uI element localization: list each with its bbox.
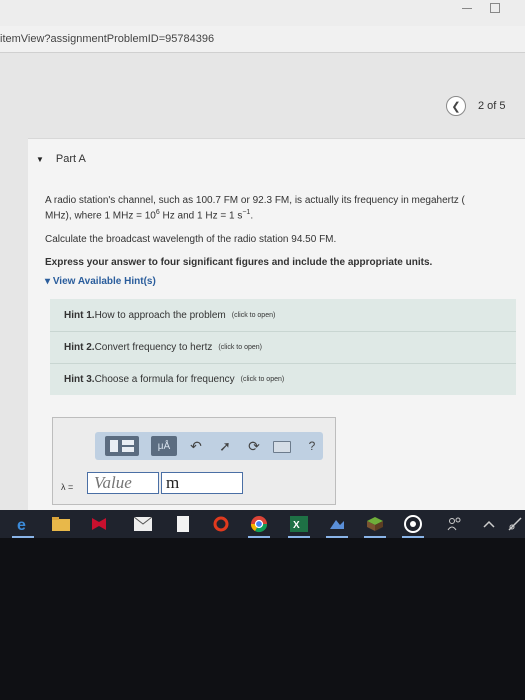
question-text: A radio station's channel, such as 100.7… [45,195,515,222]
mcafee-icon[interactable] [90,515,108,533]
people-icon[interactable] [446,515,464,533]
undo-icon[interactable]: ↶ [187,437,205,455]
chevron-up-icon[interactable] [480,515,498,533]
math-toolbar: μÅ ↶ ➚ ⟳ ? [95,432,323,460]
maximize-icon[interactable] [490,3,500,13]
taskbar: e X [0,510,525,538]
lambda-label: λ = [61,482,74,492]
monitor-bezel [0,538,525,700]
reset-icon[interactable]: ⟳ [245,437,263,455]
minecraft-icon[interactable] [366,515,384,533]
mail-icon[interactable] [134,515,152,533]
photos-icon[interactable] [328,515,346,533]
excel-icon[interactable]: X [290,515,308,533]
caret-down-icon[interactable]: ▼ [36,155,44,164]
view-hints-toggle[interactable]: ▾ View Available Hint(s) [45,276,156,287]
redo-icon[interactable]: ➚ [216,437,234,455]
help-button[interactable]: ? [303,437,321,455]
hints-list: Hint 1. How to approach the problem (cli… [50,299,516,395]
edge-icon[interactable]: e [14,515,32,533]
svg-text:X: X [293,520,300,531]
minimize-icon[interactable] [462,8,472,9]
network-icon[interactable] [506,515,524,533]
svg-text:e: e [17,517,26,532]
pager: ❮ 2 of 5 [446,95,506,117]
hint-divider [50,331,516,332]
answer-box: μÅ ↶ ➚ ⟳ ? λ = [52,417,336,505]
hint-3[interactable]: Hint 3. Choose a formula for frequency (… [64,365,284,393]
units-button[interactable]: μÅ [151,436,177,456]
keyboard-icon[interactable] [273,441,291,453]
hint-divider [50,363,516,364]
unit-input[interactable] [161,472,243,494]
problem-panel: ▼ Part A A radio station's channel, such… [28,138,525,510]
chrome-icon[interactable] [250,515,268,533]
part-header[interactable]: ▼ Part A [36,153,86,165]
media-icon[interactable] [404,515,422,533]
view-hints-label: View Available Hint(s) [52,276,156,287]
part-label: Part A [55,153,86,165]
caret-down-small-icon: ▾ [45,276,51,287]
template-icon [110,440,118,452]
template-icon [122,447,134,452]
browser-window: itemView?assignmentProblemID=95784396 ❮ … [0,0,525,510]
hint-1[interactable]: Hint 1. How to approach the problem (cli… [64,301,275,329]
address-bar[interactable]: itemView?assignmentProblemID=95784396 [0,26,525,53]
calc-text: Calculate the broadcast wavelength of th… [45,234,337,245]
templates-button[interactable] [105,436,139,456]
template-icon [122,440,134,445]
question-line2: MHz), where 1 MHz = 106 Hz and 1 Hz = 1 … [45,209,254,222]
chevron-left-icon[interactable]: ❮ [446,96,466,116]
question-line1: A radio station's channel, such as 100.7… [45,195,465,206]
folder-icon[interactable] [52,515,70,533]
instruction-text: Express your answer to four significant … [45,257,433,268]
value-input[interactable] [87,472,159,494]
document-icon[interactable] [174,515,192,533]
url-text[interactable]: itemView?assignmentProblemID=95784396 [0,33,214,45]
title-bar [0,0,525,26]
pager-text: 2 of 5 [478,100,506,112]
office-icon[interactable] [212,515,230,533]
hint-2[interactable]: Hint 2. Convert frequency to hertz (clic… [64,333,262,361]
